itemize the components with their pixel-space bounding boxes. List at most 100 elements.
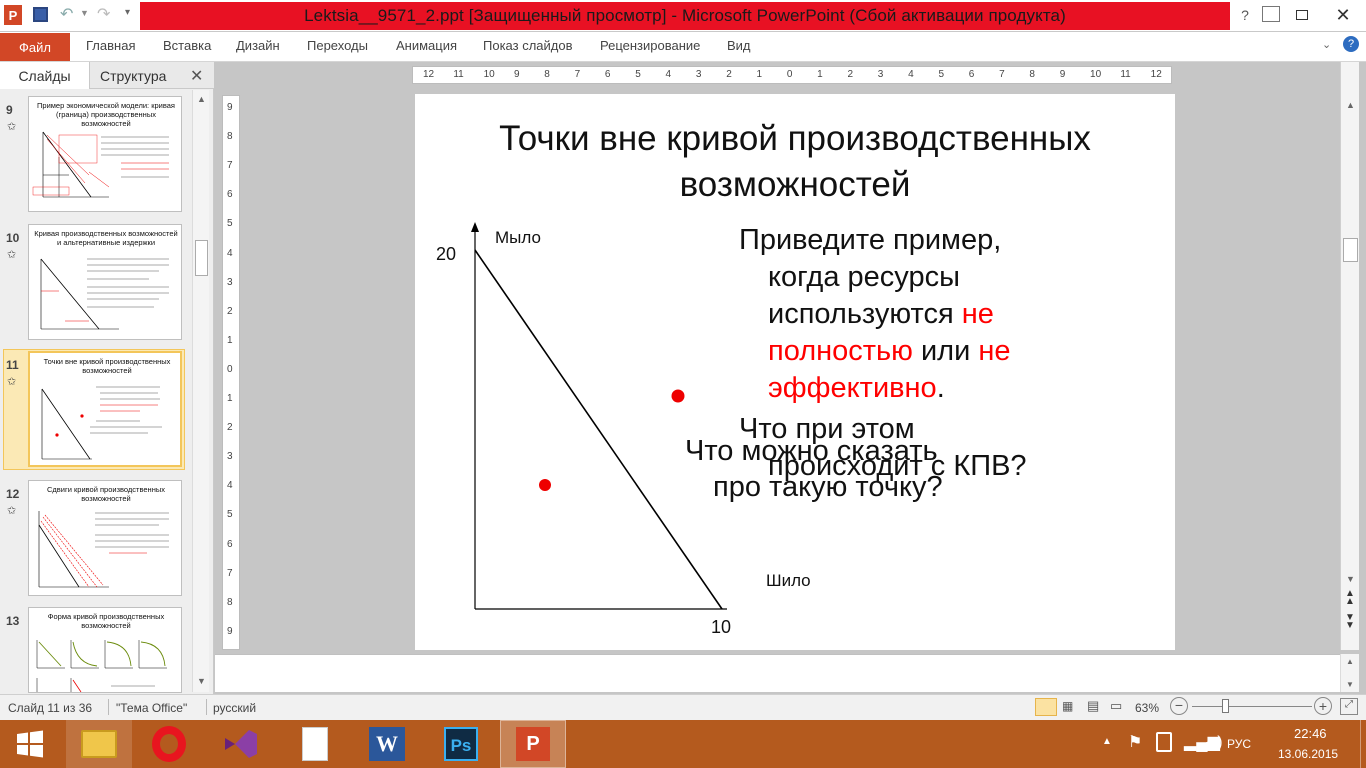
text-normal: или (912, 335, 979, 367)
tab-design[interactable]: Дизайн (236, 38, 280, 53)
slide-number: 13 (6, 614, 20, 628)
scroll-up-icon[interactable]: ▲ (1346, 657, 1354, 666)
zoom-level[interactable]: 63% (1135, 701, 1159, 715)
ruler-tick-label: 2 (227, 422, 233, 434)
ruler-tick-label: 1 (227, 393, 233, 405)
windows-taskbar: W Ps P ▲ ⚑ ▂▄▆ ◀) РУС 22:46 13.06.2015 (0, 720, 1366, 768)
power-icon[interactable] (1156, 732, 1172, 752)
undo-dropdown-icon[interactable]: ▼ (80, 8, 89, 18)
slide-thumbnail-9[interactable]: Пример экономической модели: кривая (гра… (28, 96, 182, 212)
slide-scrollbar[interactable]: ▲ ▼ ▲ ▲ ▼ ▼ (1340, 62, 1359, 650)
zoom-slider[interactable] (1192, 706, 1312, 707)
slide-thumbnail-12[interactable]: Сдвиги кривой производственных возможнос… (28, 480, 182, 596)
question-line: про такую точку? (713, 471, 943, 503)
ruler-tick-label: 4 (227, 480, 233, 492)
next-slide-icon[interactable]: ▼ ▼ (1345, 613, 1355, 631)
taskbar-photoshop[interactable]: Ps (428, 720, 494, 768)
clock-time[interactable]: 22:46 (1294, 726, 1327, 741)
taskbar-explorer[interactable] (66, 720, 132, 768)
tab-insert[interactable]: Вставка (163, 38, 211, 53)
slide-thumbnail-13[interactable]: Форма кривой производственных возможност… (28, 607, 182, 693)
ruler-tick-label: 5 (635, 69, 641, 80)
scroll-thumb[interactable] (1343, 238, 1358, 262)
taskbar-document[interactable] (282, 720, 348, 768)
start-button[interactable] (0, 720, 60, 768)
notes-pane[interactable] (215, 654, 1340, 692)
document-icon (302, 727, 328, 761)
scroll-down-icon[interactable]: ▼ (197, 676, 206, 686)
reading-view-icon[interactable]: ▤ (1087, 698, 1099, 714)
tab-file[interactable]: Файл (0, 33, 70, 61)
slide-sorter-icon[interactable]: ▦ (1062, 699, 1073, 713)
question-line: Что можно сказать (685, 435, 938, 467)
ruler-tick-label: 9 (1059, 69, 1066, 80)
expand-ribbon-icon[interactable]: ⌄ (1322, 38, 1331, 51)
slide-thumbnail-10[interactable]: Кривая производственных возможностей и а… (28, 224, 182, 340)
slide-number: 10 (6, 231, 20, 245)
point-inside-curve (539, 479, 551, 491)
scroll-up-icon[interactable]: ▲ (197, 94, 206, 104)
save-icon[interactable] (33, 7, 48, 22)
slides-panel-scrollbar[interactable]: ▲ ▼ (192, 90, 209, 692)
tab-transitions[interactable]: Переходы (307, 38, 368, 53)
clock-date[interactable]: 13.06.2015 (1278, 747, 1338, 761)
tab-review[interactable]: Рецензирование (600, 38, 700, 53)
tab-animation[interactable]: Анимация (396, 38, 457, 53)
tab-slides[interactable]: Слайды (0, 62, 90, 89)
action-center-flag-icon[interactable]: ⚑ (1128, 732, 1142, 752)
close-icon: ✕ (1335, 4, 1351, 25)
zoom-in-icon[interactable]: + (1314, 697, 1332, 715)
show-hidden-icons-icon[interactable]: ▲ (1102, 736, 1112, 747)
maximize-icon (1296, 10, 1308, 20)
input-language[interactable]: РУС (1227, 737, 1251, 751)
show-desktop-button[interactable] (1360, 720, 1366, 768)
volume-icon[interactable]: ◀) (1205, 732, 1223, 752)
taskbar-visual-studio[interactable] (208, 720, 274, 768)
ruler-tick-label: 6 (227, 189, 233, 201)
powerpoint-app-icon[interactable]: P (4, 5, 22, 25)
taskbar-word[interactable]: W (354, 720, 420, 768)
theme-name[interactable]: "Тема Office" (116, 701, 187, 715)
scroll-down-icon[interactable]: ▼ (1346, 574, 1355, 584)
language-indicator[interactable]: русский (213, 701, 256, 715)
slides-panel-tabs: Слайды Структура ✕ (0, 62, 214, 89)
undo-icon[interactable]: ↶ (60, 4, 73, 24)
close-button[interactable]: ✕ (1320, 0, 1366, 30)
zoom-out-icon[interactable]: − (1170, 697, 1188, 715)
ruler-tick-label: 8 (227, 131, 233, 143)
y-axis-label: Мыло (495, 228, 541, 247)
scroll-thumb[interactable] (195, 240, 208, 276)
ruler-tick-label: 7 (999, 69, 1005, 80)
customize-qat-icon[interactable]: ▾ (125, 7, 130, 18)
taskbar-opera[interactable] (136, 720, 202, 768)
scroll-up-icon[interactable]: ▲ (1346, 100, 1355, 110)
ruler-tick-label: 10 (1090, 69, 1102, 80)
slideshow-icon[interactable]: ▭ (1110, 698, 1122, 714)
tab-outline[interactable]: Структура (100, 62, 166, 89)
tab-slideshow[interactable]: Показ слайдов (483, 38, 573, 53)
taskbar-powerpoint[interactable]: P (500, 720, 566, 768)
close-panel-icon[interactable]: ✕ (190, 62, 203, 89)
ruler-tick-label: 5 (938, 69, 944, 80)
word-icon: W (369, 727, 405, 761)
ruler-tick-label: 6 (604, 69, 611, 80)
redo-icon[interactable]: ↷ (97, 4, 110, 24)
question-line: когда ресурсы (768, 261, 960, 293)
slide-counter[interactable]: Слайд 11 из 36 (8, 701, 92, 715)
text-normal: используются (768, 298, 962, 330)
tab-home[interactable]: Главная (86, 38, 135, 53)
text-red: полностью (768, 335, 913, 367)
maximize-button[interactable] (1287, 2, 1317, 28)
overlapping-question-text-box[interactable]: Что можно сказать про такую точку? (685, 433, 995, 505)
notes-scrollbar[interactable]: ▲ ▼ (1340, 654, 1359, 692)
ruler-tick-label: 7 (574, 69, 581, 80)
scroll-down-icon[interactable]: ▼ (1346, 680, 1354, 689)
slide-canvas[interactable]: Точки вне кривой производственных возмож… (415, 94, 1175, 650)
previous-slide-icon[interactable]: ▲ ▲ (1345, 589, 1355, 607)
slide-thumbnail-11[interactable]: Точки вне кривой производственных возмож… (28, 351, 182, 467)
help-question-icon[interactable]: ? (1343, 36, 1359, 52)
fit-to-window-icon[interactable]: ⤢ (1340, 698, 1358, 715)
normal-view-icon[interactable] (1035, 698, 1057, 716)
zoom-slider-handle[interactable] (1222, 699, 1229, 713)
tab-view[interactable]: Вид (727, 38, 751, 53)
